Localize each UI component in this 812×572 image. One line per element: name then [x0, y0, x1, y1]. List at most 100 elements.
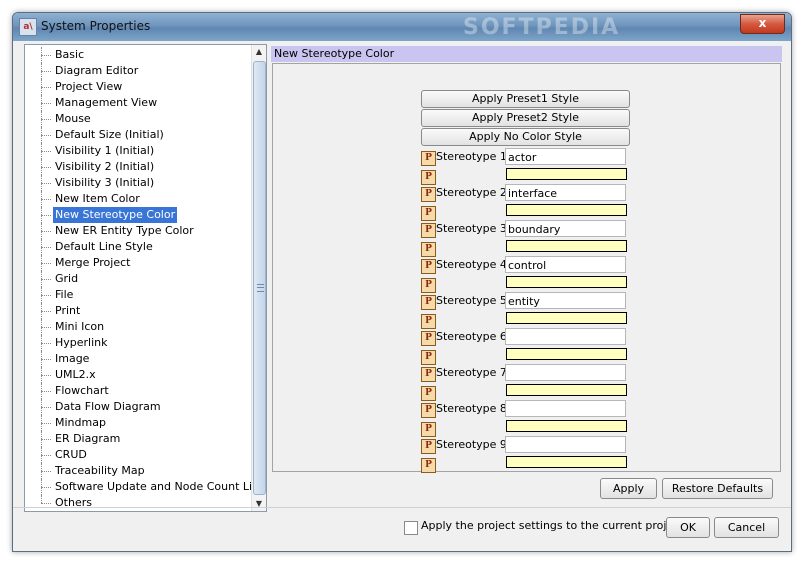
properties-icon[interactable]: P [421, 259, 436, 274]
tree-item-label: Visibility 3 (Initial) [55, 176, 155, 189]
tree-item[interactable]: Software Update and Node Count License [25, 479, 266, 495]
stereotype-name-field[interactable] [505, 436, 626, 453]
stereotype-color-swatch[interactable] [506, 204, 627, 216]
apply-preset2-button[interactable]: Apply Preset2 Style [421, 109, 630, 127]
tree-item[interactable]: Traceability Map [25, 463, 251, 479]
stereotype-color-swatch[interactable] [506, 312, 627, 324]
tree-item[interactable]: Mouse [25, 111, 251, 127]
grip-icon [257, 284, 264, 292]
tree-item-label: Merge Project [55, 256, 131, 269]
properties-icon[interactable]: P [421, 439, 436, 454]
tree-item[interactable]: Visibility 3 (Initial) [25, 175, 251, 191]
tree-connector [41, 231, 51, 232]
tree-item[interactable]: Basic [25, 47, 251, 63]
tree-item[interactable]: ER Diagram [25, 431, 251, 447]
tree-item[interactable]: New Stereotype Color [25, 207, 251, 223]
watermark: SOFTPEDIA [463, 15, 621, 40]
tree-item[interactable]: Visibility 1 (Initial) [25, 143, 251, 159]
close-button[interactable]: x [740, 14, 785, 34]
properties-icon[interactable]: P [421, 295, 436, 310]
tree-item[interactable]: Mini Icon [25, 319, 251, 335]
properties-icon[interactable]: P [421, 367, 436, 382]
title-bar[interactable]: a\ System Properties SOFTPEDIA x [13, 13, 791, 41]
tree-item-label: Diagram Editor [55, 64, 139, 77]
stereotype-row: P Stereotype 1 actor P [421, 148, 635, 185]
tree-item[interactable]: Management View [25, 95, 251, 111]
tree-item[interactable]: Diagram Editor [25, 63, 251, 79]
stereotype-name-field[interactable]: interface [505, 184, 626, 201]
ok-button[interactable]: OK [666, 517, 710, 538]
tree-connector [41, 71, 51, 72]
properties-icon[interactable]: P [421, 331, 436, 346]
tree-item[interactable]: Hyperlink [25, 335, 251, 351]
tree-item[interactable]: UML2.x [25, 367, 251, 383]
stereotype-name-field[interactable] [505, 400, 626, 417]
tree-connector [41, 87, 51, 88]
category-tree[interactable]: Basic Diagram Editor Project View Managemen… [24, 44, 267, 512]
tree-item-label: CRUD [55, 448, 87, 461]
stereotype-color-swatch[interactable] [506, 456, 627, 468]
tree-scrollbar[interactable]: ▲ ▼ [251, 45, 266, 511]
properties-icon[interactable]: P [421, 242, 436, 257]
tree-item[interactable]: Image [25, 351, 251, 367]
stereotype-name-field[interactable]: actor [505, 148, 626, 165]
tree-item[interactable]: New ER Entity Type Color [25, 223, 251, 239]
tree-item[interactable]: Default Size (Initial) [25, 127, 251, 143]
apply-button[interactable]: Apply [600, 478, 657, 499]
properties-icon[interactable]: P [421, 187, 436, 202]
scroll-down-icon[interactable]: ▼ [252, 497, 266, 511]
restore-defaults-button[interactable]: Restore Defaults [662, 478, 773, 499]
properties-icon[interactable]: P [421, 170, 436, 185]
tree-item[interactable]: CRUD [25, 447, 251, 463]
stereotype-name-field[interactable] [505, 364, 626, 381]
tree-item[interactable]: New Item Color [25, 191, 251, 207]
properties-icon[interactable]: P [421, 223, 436, 238]
tree-item[interactable]: Flowchart [25, 383, 251, 399]
apply-no-color-button[interactable]: Apply No Color Style [421, 128, 630, 146]
stereotype-name-field[interactable]: control [505, 256, 626, 273]
tree-item-label: Flowchart [55, 384, 109, 397]
stereotype-color-swatch[interactable] [506, 168, 627, 180]
tree-item[interactable]: Mindmap [25, 415, 251, 431]
stereotype-color-swatch[interactable] [506, 384, 627, 396]
properties-icon[interactable]: P [421, 206, 436, 221]
stereotype-color-swatch[interactable] [506, 276, 627, 288]
cancel-button[interactable]: Cancel [714, 517, 779, 538]
tree-item[interactable]: Print [25, 303, 251, 319]
stereotype-color-swatch[interactable] [506, 348, 627, 360]
properties-icon[interactable]: P [421, 422, 436, 437]
scroll-up-icon[interactable]: ▲ [252, 45, 266, 59]
stereotype-color-swatch[interactable] [506, 420, 627, 432]
scrollbar-thumb[interactable] [253, 61, 266, 495]
tree-connector [41, 263, 51, 264]
apply-project-settings-checkbox[interactable] [404, 521, 418, 535]
properties-icon[interactable]: P [421, 350, 436, 365]
tree-item[interactable]: Grid [25, 271, 251, 287]
stereotype-name-field[interactable]: boundary [505, 220, 626, 237]
tree-item-label: Image [55, 352, 90, 365]
stereotype-name-field[interactable] [505, 328, 626, 345]
properties-icon[interactable]: P [421, 151, 436, 166]
stereotype-name-field[interactable]: entity [505, 292, 626, 309]
stereotype-color-swatch[interactable] [506, 240, 627, 252]
tree-item[interactable]: Default Line Style [25, 239, 251, 255]
tree-connector [41, 359, 51, 360]
properties-icon[interactable]: P [421, 278, 436, 293]
properties-icon[interactable]: P [421, 314, 436, 329]
tree-item[interactable]: Data Flow Diagram [25, 399, 251, 415]
tree-connector [41, 167, 51, 168]
tree-item[interactable]: Project View [25, 79, 251, 95]
tree-item[interactable]: Merge Project [25, 255, 251, 271]
tree-item[interactable]: Others [25, 495, 251, 511]
apply-project-settings-label: Apply the project settings to the curren… [421, 519, 684, 532]
apply-preset1-button[interactable]: Apply Preset1 Style [421, 90, 630, 108]
stereotype-label: Stereotype 6 [436, 330, 507, 343]
properties-icon[interactable]: P [421, 458, 436, 473]
tree-item[interactable]: File [25, 287, 251, 303]
properties-icon[interactable]: P [421, 403, 436, 418]
tree-connector [41, 495, 42, 503]
tree-item[interactable]: Visibility 2 (Initial) [25, 159, 251, 175]
tree-connector [41, 487, 51, 488]
tree-item-label: Default Size (Initial) [55, 128, 164, 141]
properties-icon[interactable]: P [421, 386, 436, 401]
